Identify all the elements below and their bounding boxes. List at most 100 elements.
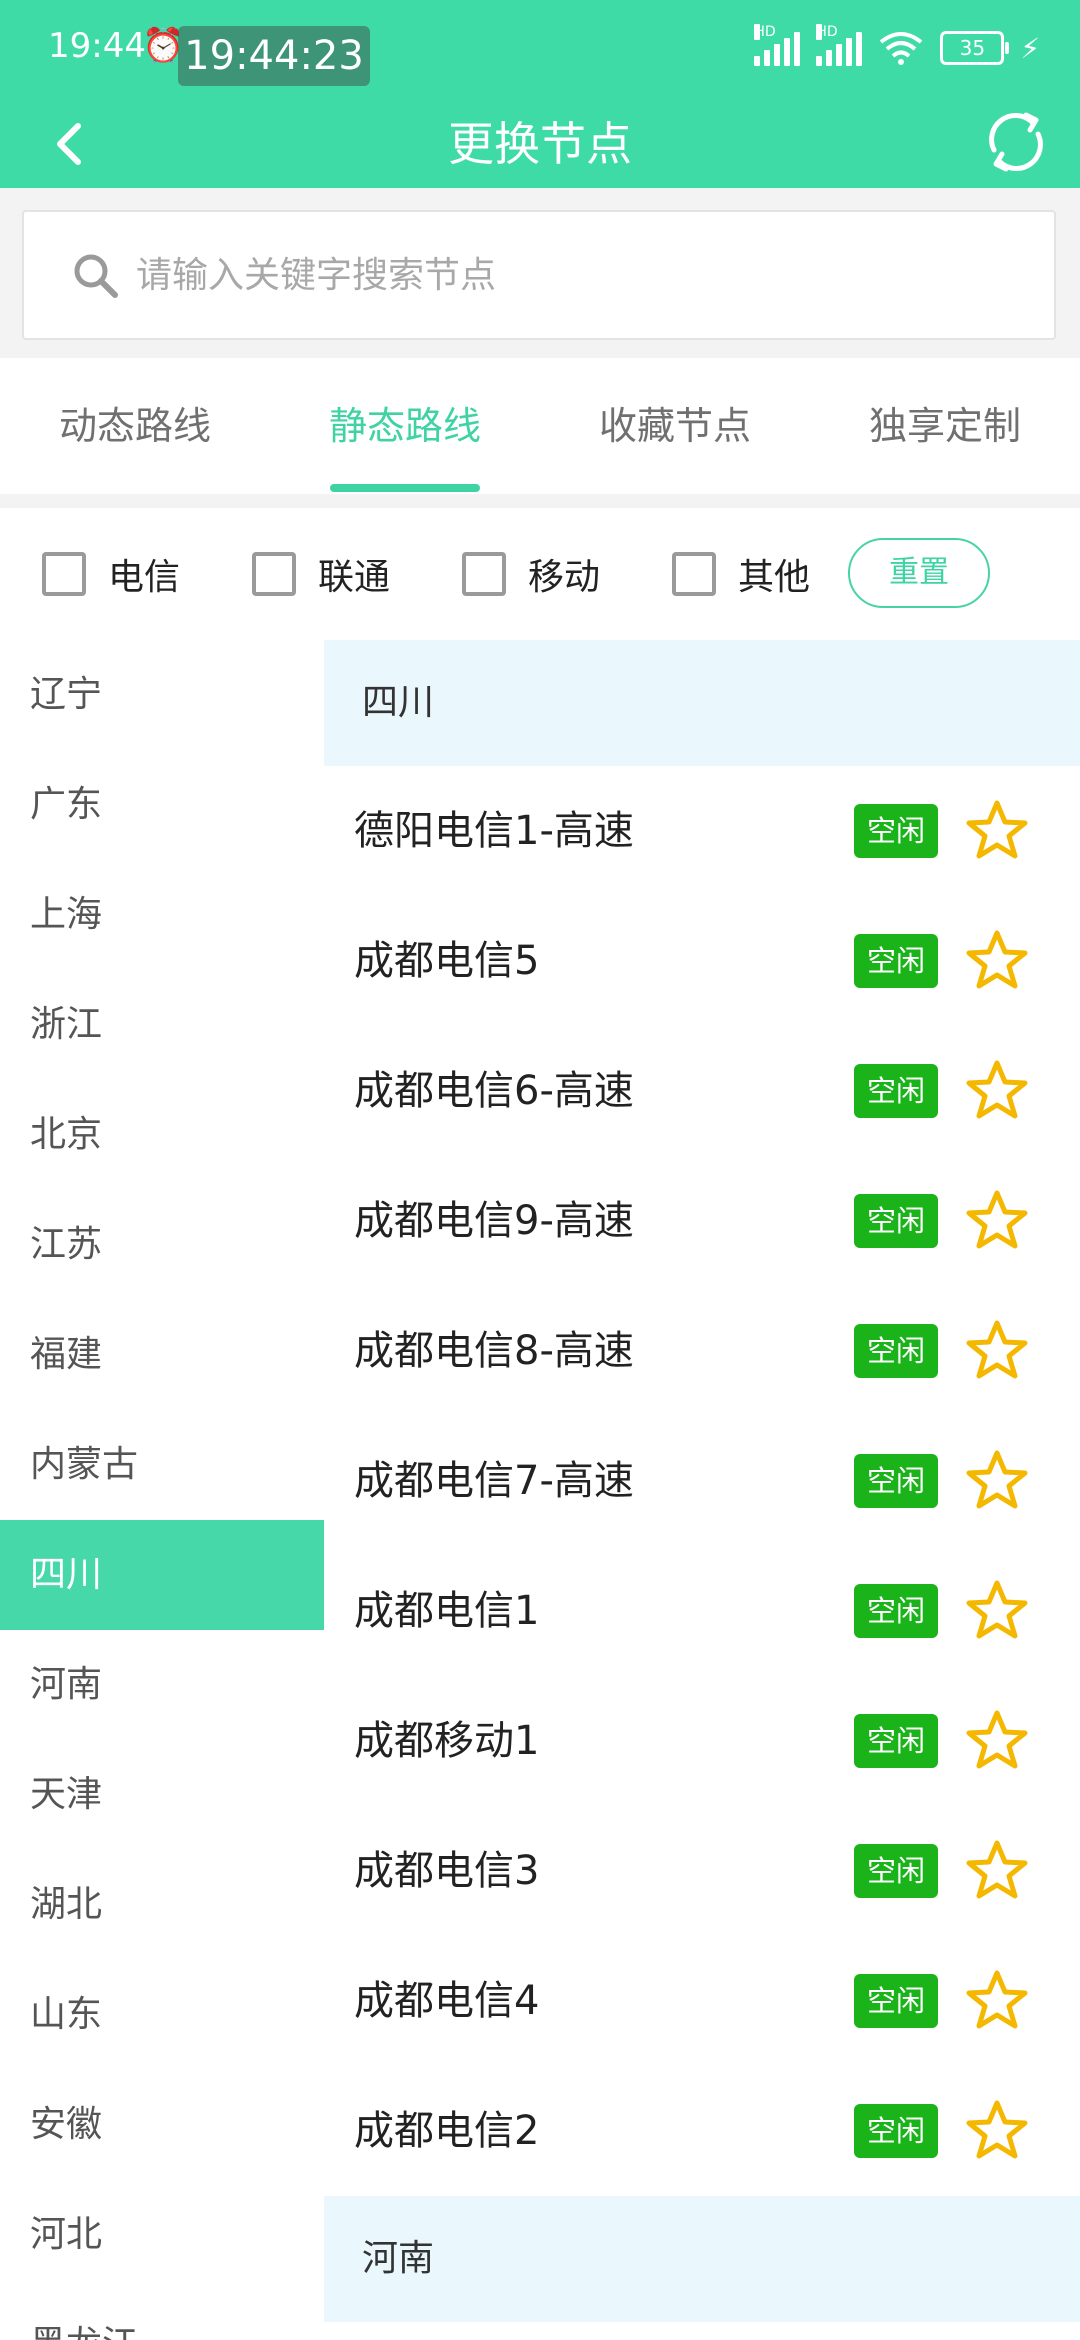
other-checkbox[interactable]: [672, 552, 716, 596]
mobile-checkbox[interactable]: [462, 552, 506, 596]
status-badge: 空闲: [854, 2104, 938, 2158]
network-type-label-2: HD: [816, 24, 838, 40]
telecom-checkbox[interactable]: [42, 552, 86, 596]
wifi-icon: [880, 32, 923, 65]
node-name: 成都电信5: [354, 938, 540, 984]
star-icon[interactable]: [964, 2098, 1030, 2164]
node-row[interactable]: 成都电信2 空闲: [324, 2066, 1080, 2196]
group-header-henan: 河南: [324, 2196, 1080, 2322]
status-time: 19:44: [48, 26, 146, 66]
sidebar-item-liaoning[interactable]: 辽宁: [0, 640, 324, 750]
tab-dynamic-routes[interactable]: 动态路线: [0, 358, 270, 494]
node-row[interactable]: 成都电信5 空闲: [324, 896, 1080, 1026]
sidebar-item-beijing[interactable]: 北京: [0, 1080, 324, 1190]
province-sidebar: 辽宁 广东 上海 浙江 北京 江苏 福建 内蒙古 四川 河南 天津 湖北 山东 …: [0, 640, 324, 2340]
node-name: 成都电信1: [354, 1588, 540, 1634]
star-icon[interactable]: [964, 928, 1030, 994]
sidebar-item-neimenggu[interactable]: 内蒙古: [0, 1410, 324, 1520]
filter-telecom[interactable]: 电信: [42, 546, 180, 602]
battery-level: 35: [959, 36, 986, 60]
search-input[interactable]: [134, 242, 1018, 308]
node-row[interactable]: 德阳电信1-高速 空闲: [324, 766, 1080, 896]
sidebar-item-henan[interactable]: 河南: [0, 1630, 324, 1740]
search-box[interactable]: [22, 210, 1056, 340]
sidebar-item-hubei[interactable]: 湖北: [0, 1850, 324, 1960]
star-icon[interactable]: [964, 1058, 1030, 1124]
status-badge: 空闲: [854, 1714, 938, 1768]
search-section: [0, 188, 1080, 358]
star-icon[interactable]: [964, 1318, 1030, 1384]
sidebar-item-sichuan[interactable]: 四川: [0, 1520, 324, 1630]
node-row[interactable]: 成都电信4 空闲: [324, 1936, 1080, 2066]
node-row[interactable]: 成都电信7-高速 空闲: [324, 1416, 1080, 1546]
star-icon[interactable]: [964, 1968, 1030, 2034]
status-badge: 空闲: [854, 1064, 938, 1118]
unicom-checkbox[interactable]: [252, 552, 296, 596]
node-list: 四川 德阳电信1-高速 空闲 成都电信5 空闲 成都电信6-高速 空闲 成都电信…: [324, 640, 1080, 2340]
node-row[interactable]: 成都电信8-高速 空闲: [324, 1286, 1080, 1416]
sidebar-item-guangdong[interactable]: 广东: [0, 750, 324, 860]
node-row[interactable]: 成都电信1 空闲: [324, 1546, 1080, 1676]
status-badge: 空闲: [854, 1974, 938, 2028]
node-name: 成都电信2: [354, 2108, 540, 2154]
node-name: 成都电信3: [354, 1848, 540, 1894]
filter-label: 电信: [108, 557, 181, 598]
node-row[interactable]: 成都电信9-高速 空闲: [324, 1156, 1080, 1286]
filter-label: 移动: [528, 557, 601, 598]
battery-icon: 35: [940, 31, 1010, 65]
divider: [0, 494, 1080, 508]
page-title: 更换节点: [448, 117, 632, 171]
status-badge: 空闲: [854, 934, 938, 988]
node-row[interactable]: 成都电信6-高速 空闲: [324, 1026, 1080, 1156]
tab-favorite-nodes[interactable]: 收藏节点: [540, 358, 810, 494]
status-badge: 空闲: [854, 1584, 938, 1638]
tab-exclusive-custom[interactable]: 独享定制: [810, 358, 1080, 494]
refresh-icon[interactable]: [980, 106, 1052, 178]
sidebar-item-jiangsu[interactable]: 江苏: [0, 1190, 324, 1300]
status-badge: 空闲: [854, 1454, 938, 1508]
node-name: 成都电信7-高速: [354, 1458, 634, 1504]
app-bar: 更换节点: [0, 100, 1080, 188]
node-row[interactable]: 成都移动1 空闲: [324, 1676, 1080, 1806]
node-name: 成都电信8-高速: [354, 1328, 634, 1374]
node-row[interactable]: 成都电信3 空闲: [324, 1806, 1080, 1936]
status-badge: 空闲: [854, 1324, 938, 1378]
tab-static-routes[interactable]: 静态路线: [270, 358, 540, 494]
node-name: 德阳电信1-高速: [354, 808, 634, 854]
sidebar-item-shandong[interactable]: 山东: [0, 1960, 324, 2070]
star-icon[interactable]: [964, 1708, 1030, 1774]
sidebar-item-zhejiang[interactable]: 浙江: [0, 970, 324, 1080]
tab-bar: 动态路线 静态路线 收藏节点 独享定制: [0, 358, 1080, 494]
signal-icon-2: HD: [816, 24, 863, 66]
status-badge: 空闲: [854, 1844, 938, 1898]
sidebar-item-heilongjiang[interactable]: 黑龙江: [0, 2290, 324, 2340]
sidebar-item-hebei[interactable]: 河北: [0, 2180, 324, 2290]
status-bar: 19:44 ⏰ 19:44:23 HD HD 35 ⚡: [0, 0, 1080, 100]
signal-icon: HD: [754, 24, 801, 66]
star-icon[interactable]: [964, 1188, 1030, 1254]
filter-unicom[interactable]: 联通: [252, 546, 390, 602]
sidebar-item-tianjin[interactable]: 天津: [0, 1740, 324, 1850]
filter-mobile[interactable]: 移动: [462, 546, 600, 602]
filter-other[interactable]: 其他: [672, 546, 810, 602]
carrier-filters: 电信 联通 移动 其他 重置: [0, 508, 1080, 640]
star-icon[interactable]: [964, 1578, 1030, 1644]
group-header-sichuan: 四川: [324, 640, 1080, 766]
star-icon[interactable]: [964, 1448, 1030, 1514]
sidebar-item-fujian[interactable]: 福建: [0, 1300, 324, 1410]
star-icon[interactable]: [964, 1838, 1030, 1904]
tab-indicator: [330, 484, 480, 492]
status-badge: 空闲: [854, 1194, 938, 1248]
reset-button[interactable]: 重置: [848, 538, 990, 608]
sidebar-item-anhui[interactable]: 安徽: [0, 2070, 324, 2180]
filter-label: 其他: [738, 557, 811, 598]
charging-icon: ⚡: [1020, 31, 1040, 65]
node-name: 成都电信6-高速: [354, 1068, 634, 1114]
star-icon[interactable]: [964, 798, 1030, 864]
status-badge: 空闲: [854, 804, 938, 858]
node-name: 成都电信4: [354, 1978, 540, 2024]
header: 19:44 ⏰ 19:44:23 HD HD 35 ⚡ 更换节点: [0, 0, 1080, 188]
sidebar-item-shanghai[interactable]: 上海: [0, 860, 324, 970]
status-icons: HD HD 35 ⚡: [754, 24, 1040, 70]
search-icon: [74, 254, 118, 298]
